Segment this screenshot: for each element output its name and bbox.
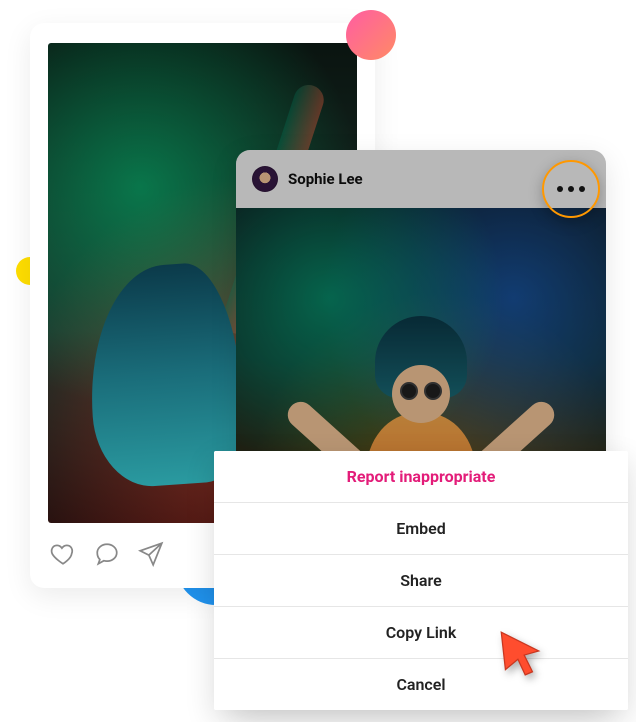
avatar[interactable]	[252, 166, 278, 192]
heart-icon[interactable]	[50, 541, 76, 567]
paper-plane-icon[interactable]	[138, 541, 164, 567]
embed-option[interactable]: Embed	[214, 503, 628, 555]
copy-link-option[interactable]: Copy Link	[214, 607, 628, 659]
share-option[interactable]: Share	[214, 555, 628, 607]
more-button[interactable]	[542, 160, 600, 218]
cursor-icon	[495, 628, 545, 678]
speech-bubble-icon[interactable]	[94, 541, 120, 567]
action-sheet: Report inappropriate Embed Share Copy Li…	[214, 451, 628, 710]
decorative-circle-pink	[346, 10, 396, 60]
username[interactable]: Sophie Lee	[288, 170, 363, 188]
cancel-option[interactable]: Cancel	[214, 659, 628, 710]
report-option[interactable]: Report inappropriate	[214, 451, 628, 503]
